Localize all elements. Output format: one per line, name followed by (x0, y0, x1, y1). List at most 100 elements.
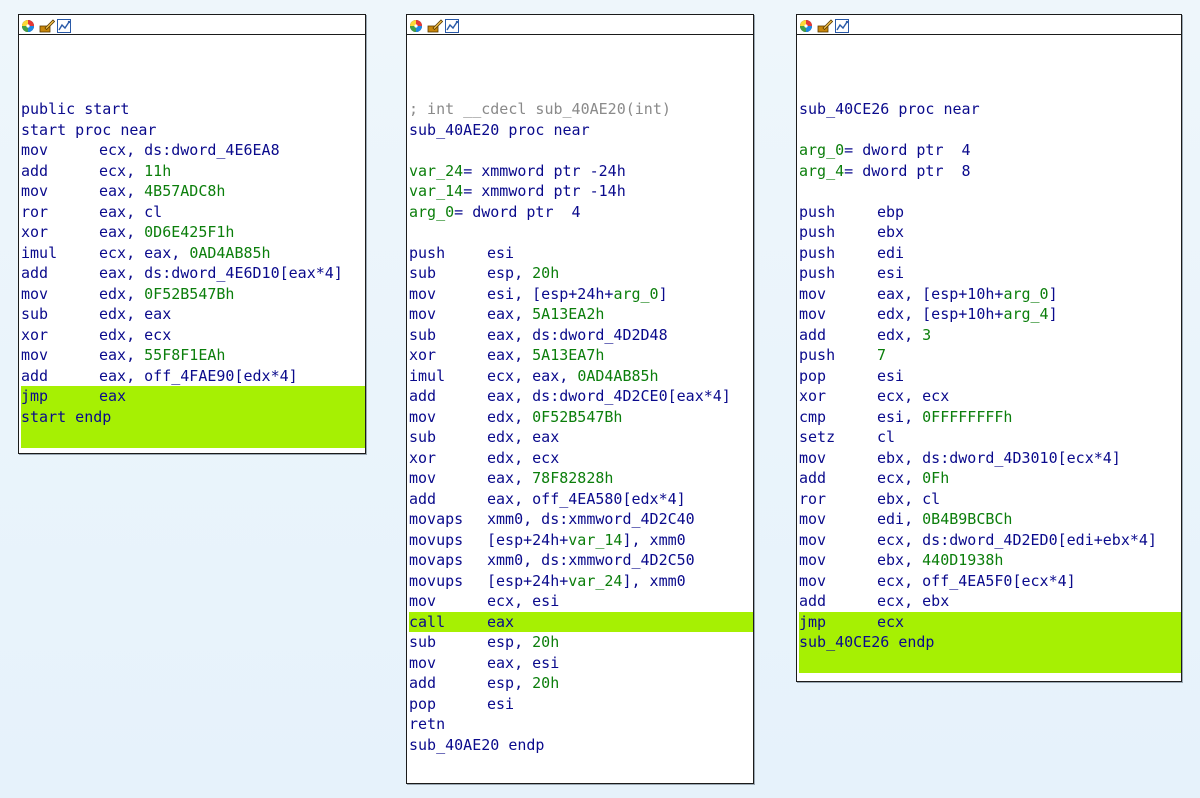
immediate-value[interactable]: 0B4B9BCBCh (922, 510, 1012, 528)
instruction-line[interactable]: sub esp, 20h (409, 263, 753, 284)
stack-var-ref[interactable]: arg_4 (1003, 305, 1048, 323)
instruction-line[interactable]: push edi (799, 243, 1181, 264)
operand[interactable]: edx, eax (487, 428, 559, 446)
operand[interactable]: [esp+24h+ (487, 572, 568, 590)
stack-var-name[interactable]: arg_0 (799, 141, 844, 159)
instruction-line[interactable]: sub esp, 20h (409, 632, 753, 653)
immediate-value[interactable]: 0F52B547Bh (532, 408, 622, 426)
instruction-line[interactable]: xor eax, 5A13EA7h (409, 345, 753, 366)
immediate-value[interactable]: 3 (922, 326, 931, 344)
instruction-line[interactable]: add eax, off_4EA580[edx*4] (409, 489, 753, 510)
operand[interactable]: eax, off_4FAE90[edx*4] (99, 367, 298, 385)
immediate-value[interactable]: 20h (532, 633, 559, 651)
instruction-line[interactable]: add eax, ds:dword_4E6D10[eax*4] (21, 263, 365, 284)
instruction-line[interactable]: retn (409, 714, 753, 735)
instruction-line[interactable]: mov ebx, 440D1938h (799, 550, 1181, 571)
operand[interactable]: xmm0, ds:xmmword_4D2C40 (487, 510, 695, 528)
operand[interactable]: esp, (487, 633, 532, 651)
operand[interactable]: edx, ecx (487, 449, 559, 467)
graph-icon[interactable] (835, 18, 849, 33)
code-label-line[interactable]: sub_40CE26 endp (799, 632, 1181, 653)
operand[interactable]: eax, (99, 346, 144, 364)
instruction-line[interactable]: xor edx, ecx (21, 325, 365, 346)
operand[interactable]: ecx, ds:dword_4D2ED0[edi+ebx*4] (877, 531, 1157, 549)
operand[interactable]: edx, eax (99, 305, 171, 323)
immediate-value[interactable]: 20h (532, 674, 559, 692)
operand[interactable]: edx, (877, 326, 922, 344)
instruction-line[interactable]: mov eax, [esp+10h+arg_0] (799, 284, 1181, 305)
immediate-value[interactable]: 0AD4AB85h (189, 244, 270, 262)
instruction-line[interactable]: movaps xmm0, ds:xmmword_4D2C50 (409, 550, 753, 571)
operand[interactable]: edx, ecx (99, 326, 171, 344)
instruction-line[interactable]: jmp eax (21, 386, 365, 407)
instruction-line[interactable]: push 7 (799, 345, 1181, 366)
immediate-value[interactable]: 4B57ADC8h (144, 182, 225, 200)
stack-var-name[interactable]: arg_4 (799, 162, 844, 180)
operand[interactable]: ecx, eax, (99, 244, 189, 262)
instruction-line[interactable]: movaps xmm0, ds:xmmword_4D2C40 (409, 509, 753, 530)
operand[interactable]: esi, [esp+24h+ (487, 285, 613, 303)
immediate-value[interactable]: 11h (144, 162, 171, 180)
operand[interactable]: esi, (877, 408, 922, 426)
instruction-line[interactable]: mov ebx, ds:dword_4D3010[ecx*4] (799, 448, 1181, 469)
operand[interactable]: eax (99, 387, 126, 405)
instruction-line[interactable]: mov ecx, ds:dword_4D2ED0[edi+ebx*4] (799, 530, 1181, 551)
color-wheel-icon[interactable] (799, 18, 813, 32)
label-text[interactable]: start proc near (21, 121, 156, 139)
instruction-line[interactable]: xor ecx, ecx (799, 386, 1181, 407)
stack-var-ref[interactable]: arg_0 (613, 285, 658, 303)
operand[interactable]: ecx, ecx (877, 387, 949, 405)
immediate-value[interactable]: 0D6E425F1h (144, 223, 234, 241)
stack-var-name[interactable]: arg_0 (409, 203, 454, 221)
graph-node-start[interactable]: public start start proc near mov ecx, ds:dw… (18, 14, 366, 454)
instruction-line[interactable]: push esi (409, 243, 753, 264)
immediate-value[interactable]: 20h (532, 264, 559, 282)
instruction-line[interactable]: jmp ecx (799, 611, 1181, 632)
edit-icon[interactable] (817, 18, 834, 32)
operand[interactable]: xmm0, ds:xmmword_4D2C50 (487, 551, 695, 569)
instruction-line[interactable]: setz cl (799, 427, 1181, 448)
instruction-line[interactable]: mov eax, 5A13EA2h (409, 304, 753, 325)
operand[interactable]: eax, ds:dword_4D2D48 (487, 326, 668, 344)
edit-icon[interactable] (427, 18, 444, 32)
operand[interactable]: ebx, ds:dword_4D3010[ecx*4] (877, 449, 1121, 467)
instruction-line[interactable]: mov esi, [esp+24h+arg_0] (409, 284, 753, 305)
stack-var-ref[interactable]: arg_0 (1003, 285, 1048, 303)
instruction-line[interactable]: sub edx, eax (409, 427, 753, 448)
label-text[interactable]: public start (21, 100, 129, 118)
instruction-line[interactable]: pop esi (799, 366, 1181, 387)
instruction-line[interactable]: imul ecx, eax, 0AD4AB85h (409, 366, 753, 387)
operand[interactable]: edi, (877, 510, 922, 528)
operand[interactable]: esi (487, 244, 514, 262)
instruction-line[interactable]: sub eax, ds:dword_4D2D48 (409, 325, 753, 346)
operand[interactable]: edi (877, 244, 904, 262)
instruction-line[interactable]: ror eax, cl (21, 202, 365, 223)
operand[interactable]: ecx, ds:dword_4E6EA8 (99, 141, 280, 159)
operand[interactable]: eax, ds:dword_4E6D10[eax*4] (99, 264, 343, 282)
stack-var-line[interactable]: var_24= xmmword ptr -24h (409, 161, 753, 182)
instruction-line[interactable]: cmp esi, 0FFFFFFFFh (799, 407, 1181, 428)
operand[interactable]: ebx, cl (877, 490, 940, 508)
operand[interactable]: ecx, ebx (877, 592, 949, 610)
instruction-line[interactable]: push ebx (799, 222, 1181, 243)
operand[interactable]: edx, [esp+10h+ (877, 305, 1003, 323)
operand[interactable]: eax, (487, 346, 532, 364)
graph-node-sub_40AE20[interactable]: ; int __cdecl sub_40AE20(int) sub_40AE20 … (406, 14, 754, 784)
code-label-line[interactable]: public start (21, 99, 365, 120)
stack-var-name[interactable]: var_14 (409, 182, 463, 200)
stack-var-ref[interactable]: var_24 (568, 572, 622, 590)
operand[interactable]: ebx (877, 223, 904, 241)
stack-var-line[interactable]: arg_0= dword ptr 4 (799, 140, 1181, 161)
operand[interactable]: eax (487, 613, 514, 631)
operand[interactable]: eax, esi (487, 654, 559, 672)
label-text[interactable]: start endp (21, 408, 111, 426)
instruction-line[interactable]: xor eax, 0D6E425F1h (21, 222, 365, 243)
code-label-line[interactable]: sub_40CE26 proc near (799, 99, 1181, 120)
immediate-value[interactable]: 0FFFFFFFFh (922, 408, 1012, 426)
operand[interactable]: eax, (99, 223, 144, 241)
instruction-line[interactable]: add ecx, 11h (21, 161, 365, 182)
immediate-value[interactable]: 5A13EA7h (532, 346, 604, 364)
instruction-line[interactable]: mov ecx, off_4EA5F0[ecx*4] (799, 571, 1181, 592)
instruction-line[interactable]: imul ecx, eax, 0AD4AB85h (21, 243, 365, 264)
graph-node-sub_40CE26[interactable]: sub_40CE26 proc near arg_0= dword ptr 4 ar… (796, 14, 1182, 682)
